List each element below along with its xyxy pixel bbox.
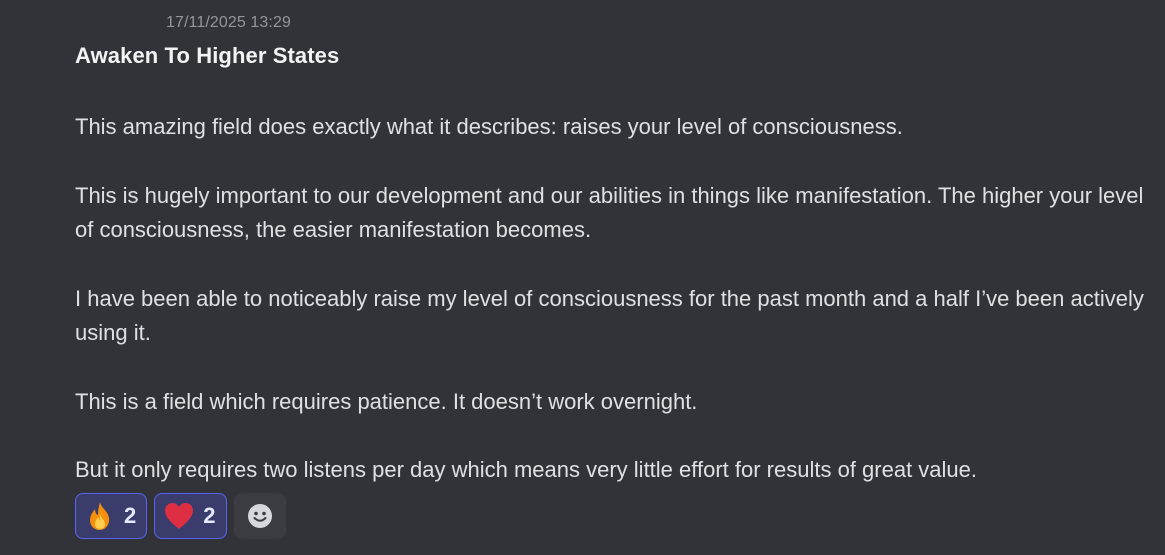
reaction-count: 2 bbox=[203, 503, 216, 528]
chat-message: 17/11/2025 13:29 Awaken To Higher States… bbox=[0, 0, 1165, 555]
message-timestamp: 17/11/2025 13:29 bbox=[166, 14, 291, 31]
message-paragraph: I have been able to noticeably raise my … bbox=[75, 285, 1144, 346]
message-paragraph: This is hugely important to our developm… bbox=[75, 182, 1144, 243]
message-paragraph: This amazing field does exactly what it … bbox=[75, 114, 903, 139]
heart-icon bbox=[165, 503, 194, 529]
reaction-fire[interactable]: 2 bbox=[75, 493, 148, 539]
message-body: This amazing field does exactly what it … bbox=[75, 110, 1150, 522]
message-title: Awaken To Higher States bbox=[75, 43, 340, 68]
reaction-count: 2 bbox=[124, 503, 137, 528]
smiley-add-reaction-icon bbox=[247, 504, 272, 528]
fire-icon bbox=[90, 502, 110, 530]
reaction-bar: 2 2 bbox=[75, 493, 286, 539]
message-paragraph: This is a field which requires patience.… bbox=[75, 388, 698, 414]
add-reaction-button[interactable] bbox=[233, 493, 286, 539]
reaction-heart[interactable]: 2 bbox=[154, 493, 227, 539]
message-paragraph: But it only requires two listens per day… bbox=[75, 457, 977, 482]
